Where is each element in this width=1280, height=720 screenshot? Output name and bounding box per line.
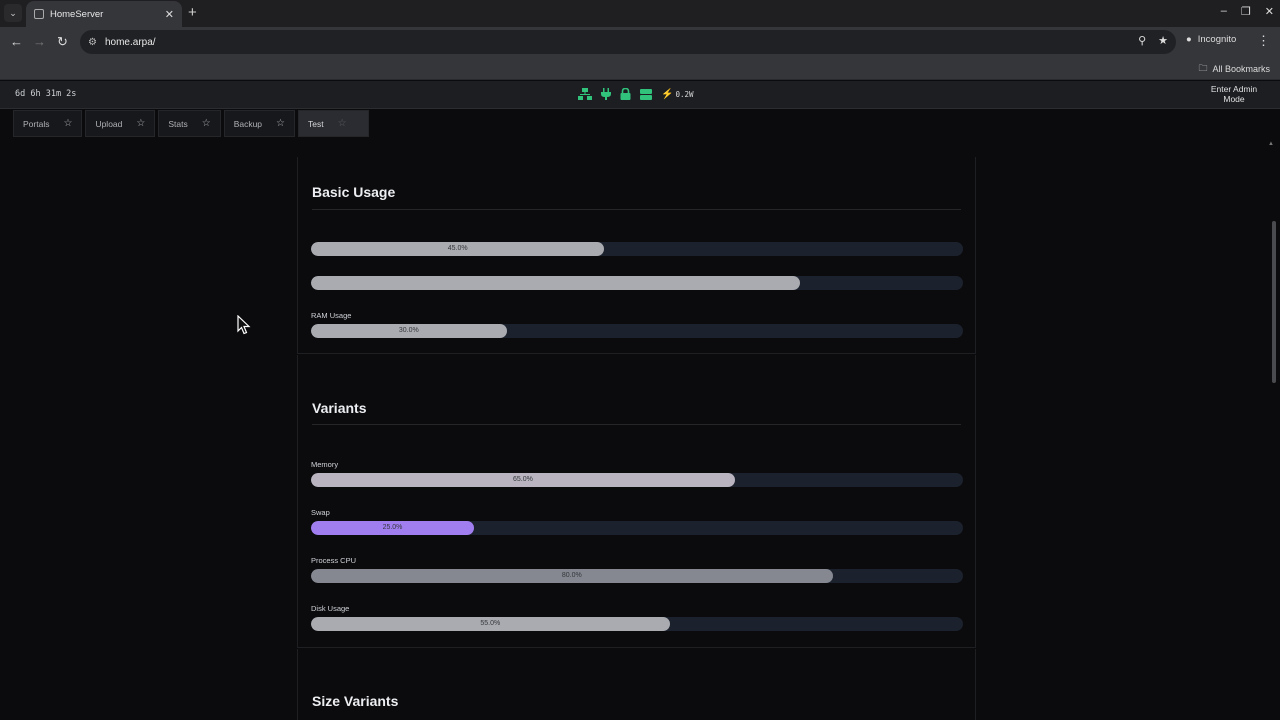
tab-upload[interactable]: Upload ☆ [85,110,156,137]
minimize-icon[interactable]: – [1221,5,1227,18]
browser-tab-title: HomeServer [50,8,104,20]
bolt-icon: ⚡ [661,88,674,100]
progress-track: 30.0% [311,324,963,338]
enter-admin-mode-button[interactable]: Enter Admin Mode [1206,84,1262,104]
progress-text: 45.0% [447,245,468,252]
address-bar[interactable]: ⚙ home.arpa/ ⚲ ★ [80,30,1176,54]
uptime: 6d 6h 31m 2s [15,89,77,99]
progress-track [311,276,963,290]
progress-bar-row: Disk Usage 55.0% [311,604,963,631]
bookmarks-bar: 🗀 All Bookmarks [0,57,1280,80]
tab-search-button[interactable]: ⌄ [4,4,22,22]
mouse-cursor-icon [237,315,251,335]
section-divider [312,424,961,425]
site-info-icon[interactable]: ⚙ [88,37,97,48]
progress-label: RAM Usage [311,311,352,320]
tab-label: Test [308,118,324,129]
progress-bar-row: Memory 65.0% [311,460,963,487]
progress-bar-row: Process CPU 80.0% [311,556,963,583]
star-icon[interactable]: ☆ [63,118,72,129]
star-icon[interactable]: ☆ [276,118,285,129]
size-variants-section: Size Variants [297,649,976,720]
close-tab-icon[interactable]: ✕ [165,8,174,21]
new-tab-button[interactable]: + [188,4,197,21]
app-tabs: Portals ☆ Upload ☆ Stats ☆ Backup ☆ Test… [13,110,370,137]
power-value: 0.2W [675,89,694,99]
page-scrollbar[interactable] [1272,221,1276,383]
browser-toolbar: ← → ↻ ⚙ home.arpa/ ⚲ ★ ● Incognito ⋮ [0,27,1280,57]
browser-tabstrip: ⌄ HomeServer ✕ + – ❐ ✕ [0,0,1280,27]
progress-track: 55.0% [311,617,963,631]
incognito-indicator[interactable]: ● Incognito [1186,34,1236,45]
progress-text: 30.0% [398,327,419,334]
reload-icon[interactable]: ↻ [57,34,68,50]
progress-fill [311,276,800,290]
star-icon[interactable]: ☆ [338,118,347,129]
progress-text: 55.0% [480,620,501,627]
section-title: Variants [312,400,367,416]
progress-text: 65.0% [512,476,533,483]
progress-label: Swap [311,508,330,517]
network-icon [578,88,592,100]
progress-bar-row: 45.0% [311,242,963,256]
lock-icon [620,88,631,100]
star-icon[interactable]: ☆ [136,118,145,129]
power-reading: ⚡ 0.2W [661,89,694,100]
progress-label: Memory [311,460,339,469]
progress-text: 80.0% [561,572,582,579]
folder-icon: 🗀 [1198,63,1208,73]
section-divider [312,209,961,210]
forward-icon[interactable]: → [33,34,46,49]
bookmark-star-icon[interactable]: ★ [1158,34,1168,47]
progress-track: 80.0% [311,569,963,583]
page-icon [34,9,44,19]
all-bookmarks-label: All Bookmarks [1212,64,1270,74]
tab-portals[interactable]: Portals ☆ [13,110,83,137]
section-title: Basic Usage [312,184,396,200]
window-controls: – ❐ ✕ [1221,5,1274,18]
scroll-up-arrow-icon[interactable]: ▲ [1268,141,1274,147]
browser-tab[interactable]: HomeServer ✕ [26,1,182,27]
progress-label: Disk Usage [311,604,350,613]
tab-backup[interactable]: Backup ☆ [223,110,296,137]
restore-icon[interactable]: ❐ [1241,5,1251,18]
back-icon[interactable]: ← [10,34,23,49]
tab-label: Portals [23,118,50,129]
status-icons: ⚡ 0.2W [578,88,694,100]
zoom-icon[interactable]: ⚲ [1138,34,1146,47]
close-window-icon[interactable]: ✕ [1265,5,1274,18]
progress-text: 25.0% [382,524,403,531]
plug-icon [601,88,611,100]
tab-stats[interactable]: Stats ☆ [158,110,221,137]
progress-bar-row: Swap 25.0% [311,508,963,535]
progress-track: 45.0% [311,242,963,256]
tab-label: Upload [95,118,123,129]
app-header: 6d 6h 31m 2s ⚡ 0.2W Enter Admin Mode [0,81,1280,109]
incognito-icon: ● [1186,34,1192,45]
browser-menu-icon[interactable]: ⋮ [1257,33,1270,49]
incognito-label: Incognito [1197,34,1237,45]
tab-test[interactable]: Test ☆ [298,110,370,137]
progress-track: 25.0% [311,521,963,535]
progress-track: 65.0% [311,473,963,487]
star-icon[interactable]: ☆ [202,118,211,129]
progress-bar-row [311,276,963,290]
tab-label: Stats [168,118,188,129]
progress-bar-row: RAM Usage 30.0% [311,311,963,338]
section-title: Size Variants [312,693,399,709]
storage-icon [640,88,652,100]
progress-label: Process CPU [311,556,357,565]
tab-label: Backup [233,118,263,129]
url-text[interactable]: home.arpa/ [105,37,156,48]
all-bookmarks-button[interactable]: 🗀 All Bookmarks [1198,61,1270,77]
